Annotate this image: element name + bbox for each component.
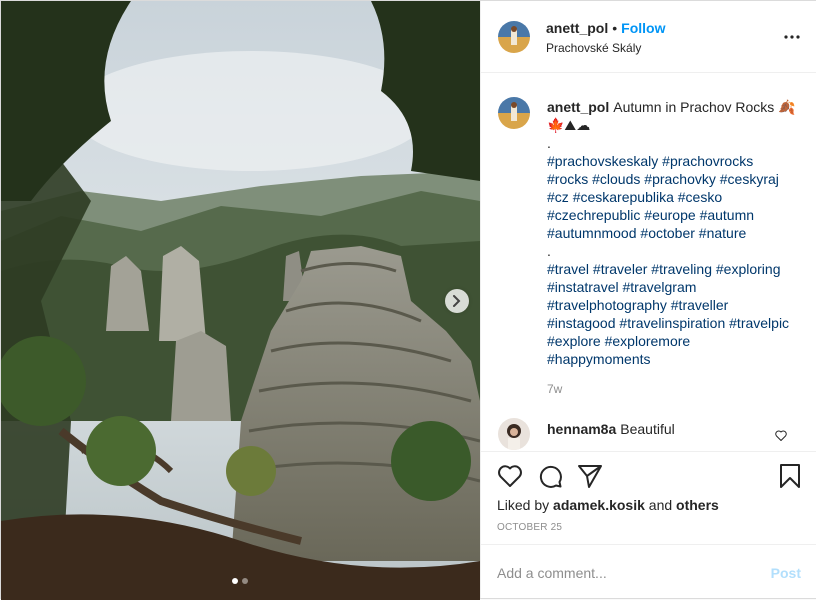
like-comment-button[interactable] (775, 428, 787, 444)
hashtag-link[interactable]: #october (640, 225, 694, 241)
caption-username[interactable]: anett_pol (547, 99, 609, 115)
post-author: anett_pol • Follow (546, 20, 665, 36)
comment-bubble-icon (539, 465, 562, 488)
author-username[interactable]: anett_pol (546, 20, 608, 36)
hashtag-group: #travel #traveler #traveling #exploring … (547, 260, 797, 368)
next-slide-button[interactable] (445, 289, 469, 313)
more-options-button[interactable] (783, 28, 801, 46)
post-dialog: anett_pol • Follow Prachovské Skály anet… (0, 0, 816, 600)
caption-separator: . (547, 135, 551, 151)
post-header: anett_pol • Follow Prachovské Skály (481, 1, 816, 73)
hashtag-link[interactable]: #travelphotography (547, 297, 667, 313)
bookmark-icon (780, 464, 800, 488)
hashtag-link[interactable]: #travel (547, 261, 589, 277)
hashtag-link[interactable]: #exploring (716, 261, 781, 277)
hashtag-link[interactable]: #prachovskeskaly (547, 153, 658, 169)
save-button[interactable] (777, 463, 803, 489)
comments-list[interactable]: anett_pol Autumn in Prachov Rocks 🍂🍁⛰☁ . … (481, 73, 816, 451)
hashtag-link[interactable]: #cz (547, 189, 569, 205)
likes-others-link[interactable]: others (676, 497, 719, 513)
hashtag-link[interactable]: #clouds (592, 171, 640, 187)
hashtag-link[interactable]: #travelpic (729, 315, 789, 331)
carousel-dot (232, 578, 238, 584)
likes-conjunction: and (648, 497, 673, 513)
heart-outline-icon (498, 465, 522, 487)
hashtag-link[interactable]: #travelgram (622, 279, 696, 295)
likes-prefix: Liked by (497, 497, 550, 513)
post-media[interactable] (1, 1, 480, 600)
heart-outline-icon (775, 430, 787, 441)
location-link[interactable]: Prachovské Skály (546, 41, 641, 55)
action-bar (481, 451, 816, 501)
post-date[interactable]: OCTOBER 25 (497, 522, 562, 533)
avatar[interactable] (498, 418, 530, 450)
chevron-right-icon (453, 295, 461, 307)
carousel-dot (242, 578, 248, 584)
hashtag-link[interactable]: #czechrepublic (547, 207, 640, 223)
post-side-panel: anett_pol • Follow Prachovské Skály anet… (480, 1, 816, 598)
likes-summary: Liked by adamek.kosik and others (497, 497, 719, 513)
hashtag-link[interactable]: #rocks (547, 171, 588, 187)
hashtag-group: #prachovskeskaly #prachovrocks #rocks #c… (547, 152, 797, 242)
hashtag-link[interactable]: #autumnmood (547, 225, 637, 241)
avatar-image (498, 21, 530, 53)
comment-text: Beautiful (620, 421, 675, 437)
paper-plane-icon (578, 465, 602, 488)
hashtag-link[interactable]: #instatravel (547, 279, 619, 295)
hashtag-link[interactable]: #traveler (593, 261, 647, 277)
add-comment-bar: Post (481, 544, 816, 600)
hashtag-link[interactable]: #traveller (671, 297, 729, 313)
more-horizontal-icon (784, 35, 800, 39)
liked-by-user[interactable]: adamek.kosik (553, 497, 645, 513)
comment-button[interactable] (537, 463, 563, 489)
hashtag-link[interactable]: #ceskarepublika (573, 189, 674, 205)
hashtag-link[interactable]: #prachovky (644, 171, 716, 187)
post-time-ago[interactable]: 7w (547, 382, 562, 396)
dot-separator: • (612, 20, 618, 36)
hashtag-link[interactable]: #instagood (547, 315, 616, 331)
hashtag-link[interactable]: #europe (644, 207, 695, 223)
hashtag-link[interactable]: #nature (699, 225, 746, 241)
post-caption: anett_pol Autumn in Prachov Rocks 🍂🍁⛰☁ . … (547, 98, 797, 368)
share-button[interactable] (577, 463, 603, 489)
hashtag-link[interactable]: #ceskyraj (720, 171, 779, 187)
hashtag-link[interactable]: #prachovrocks (662, 153, 753, 169)
hashtag-link[interactable]: #cesko (678, 189, 722, 205)
hashtag-link[interactable]: #traveling (651, 261, 712, 277)
post-photo (1, 1, 480, 600)
follow-button[interactable]: Follow (621, 20, 665, 36)
comment-username[interactable]: hennam8a (547, 421, 616, 437)
hashtag-link[interactable]: #autumn (700, 207, 754, 223)
avatar-image (498, 418, 530, 450)
comment-item: hennam8a Beautiful (547, 421, 675, 437)
avatar-image (498, 97, 530, 129)
hashtag-link[interactable]: #exploremore (605, 333, 691, 349)
hashtag-link[interactable]: #happymoments (547, 351, 651, 367)
caption-separator: . (547, 243, 551, 259)
avatar[interactable] (498, 97, 530, 129)
avatar[interactable] (498, 21, 530, 53)
post-comment-button[interactable]: Post (771, 565, 801, 581)
carousel-indicator (232, 578, 248, 584)
like-button[interactable] (497, 463, 523, 489)
comment-input[interactable] (497, 563, 747, 583)
hashtag-link[interactable]: #explore (547, 333, 601, 349)
hashtag-link[interactable]: #travelinspiration (619, 315, 725, 331)
